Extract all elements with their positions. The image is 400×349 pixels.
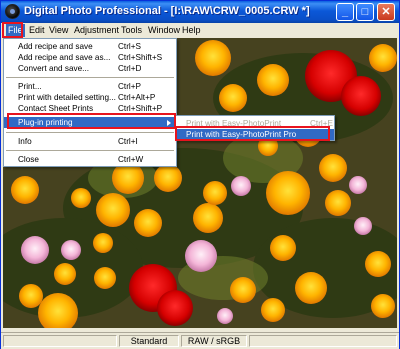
menu-edit[interactable]: Edit [27,24,47,37]
menu-item-print[interactable]: Print... Ctrl+P [4,81,176,92]
menu-item-label: Add recipe and save [18,42,93,51]
menu-help[interactable]: Help [180,24,203,37]
title-bar[interactable]: Digital Photo Professional - [I:\RAW\CRW… [1,1,399,23]
camera-lens-icon[interactable] [5,4,20,19]
callout-easy-photoprint-pro [175,126,330,141]
menu-tools[interactable]: Tools [119,24,144,37]
minimize-button[interactable]: _ [336,3,354,21]
menu-item-add-recipe-save-as[interactable]: Add recipe and save as... Ctrl+Shift+S [4,52,176,63]
status-cell-empty [249,335,397,347]
status-bar: Standard RAW / sRGB [1,332,399,349]
menu-separator [6,77,174,78]
menu-item-shortcut: Ctrl+D [118,64,142,73]
menu-bar: File Edit View Adjustment Tools Window H… [1,23,399,38]
menu-separator [6,132,174,133]
menu-item-close[interactable]: Close Ctrl+W [4,154,176,165]
menu-item-label: Info [18,137,32,146]
application-window: Digital Photo Professional - [I:\RAW\CRW… [0,0,400,349]
menu-item-shortcut: Ctrl+P [118,82,141,91]
menu-item-shortcut: Ctrl+W [118,155,144,164]
menu-item-shortcut: Ctrl+I [118,137,138,146]
status-color-space: RAW / sRGB [181,335,247,347]
callout-plugin-printing [7,113,176,129]
menu-item-print-detailed[interactable]: Print with detailed setting... Ctrl+Alt+… [4,92,176,103]
menu-item-shortcut: Ctrl+Alt+P [118,93,156,102]
window-title: Digital Photo Professional - [I:\RAW\CRW… [24,5,310,17]
menu-window[interactable]: Window [146,24,182,37]
maximize-button[interactable]: □ [356,3,374,21]
menu-item-label: Convert and save... [18,64,89,73]
callout-file-menu [2,22,23,38]
menu-item-shortcut: Ctrl+S [118,42,141,51]
status-cell-empty [3,335,117,347]
menu-item-label: Print... [18,82,42,91]
menu-item-shortcut: Ctrl+Shift+S [118,53,163,62]
menu-item-label: Print with detailed setting... [18,93,116,102]
status-picture-style: Standard [119,335,179,347]
menu-item-label: Close [18,155,39,164]
menu-item-label: Add recipe and save as... [18,53,111,62]
menu-separator [6,150,174,151]
file-menu-dropdown: Add recipe and save Ctrl+S Add recipe an… [3,38,177,167]
menu-item-info[interactable]: Info Ctrl+I [4,136,176,147]
menu-view[interactable]: View [47,24,70,37]
menu-item-convert-save[interactable]: Convert and save... Ctrl+D [4,63,176,74]
close-button[interactable]: ✕ [377,3,395,21]
menu-adjustment[interactable]: Adjustment [72,24,121,37]
menu-item-add-recipe-save[interactable]: Add recipe and save Ctrl+S [4,41,176,52]
